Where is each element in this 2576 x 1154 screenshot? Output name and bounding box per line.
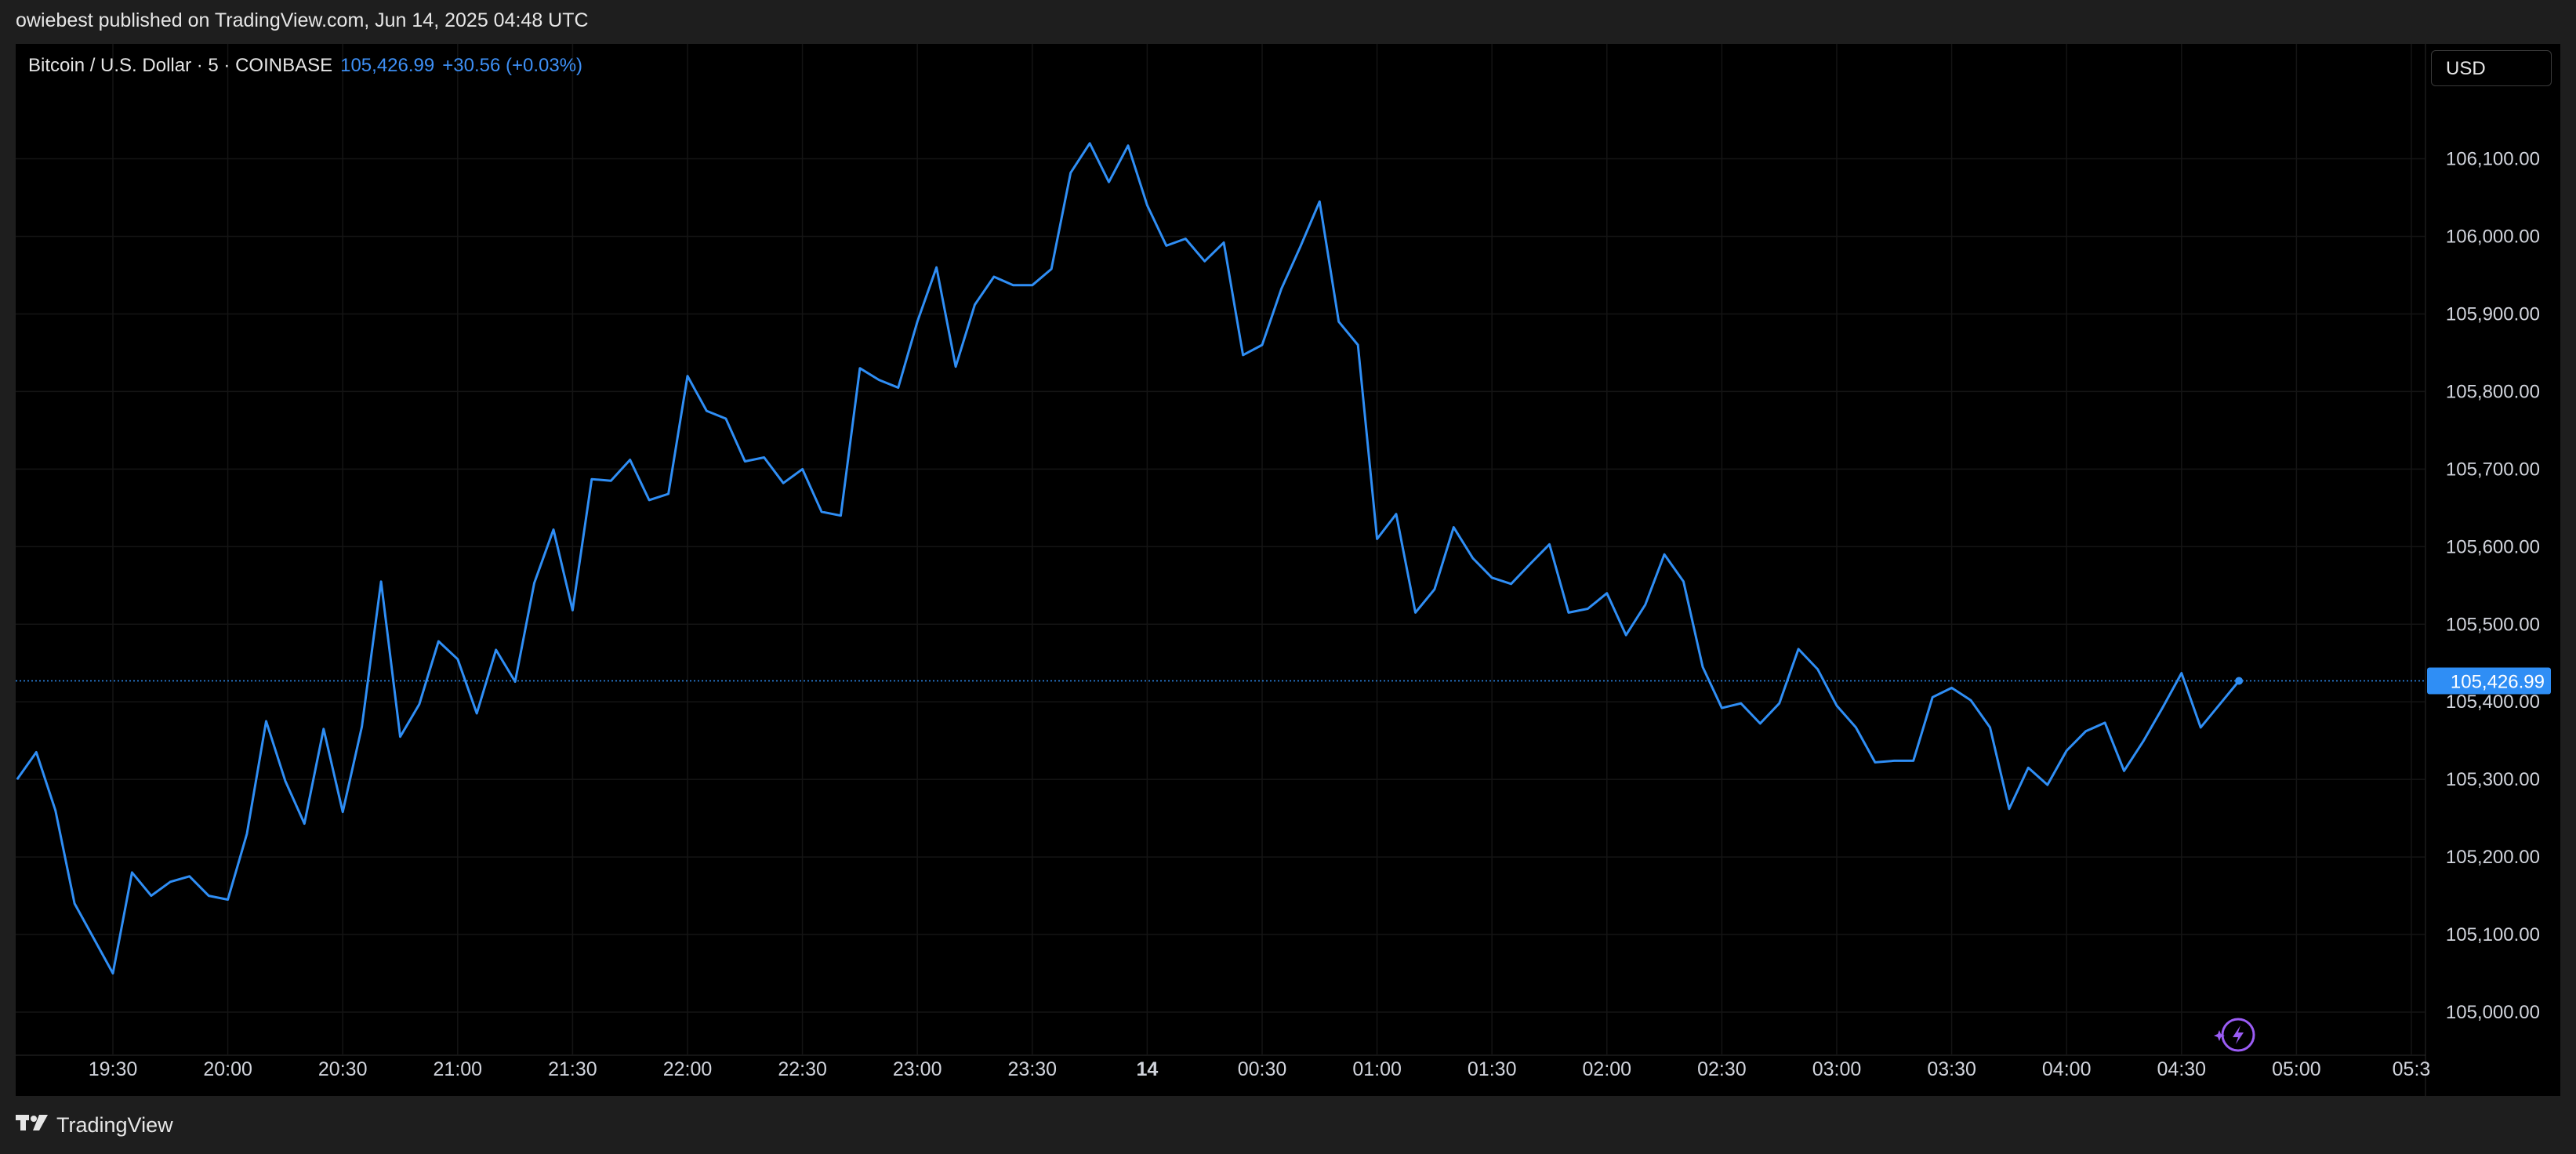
last-price-value: 105,426.99 xyxy=(340,55,435,76)
tradingview-logo-icon xyxy=(16,1113,49,1138)
time-tick-label: 21:30 xyxy=(548,1058,597,1080)
time-tick-label: 05:00 xyxy=(2272,1058,2321,1080)
time-tick-label: 01:00 xyxy=(1352,1058,1402,1080)
price-tick-label: 106,000.00 xyxy=(2446,227,2540,248)
last-price-dot xyxy=(2235,677,2244,685)
price-tick-label: 105,800.00 xyxy=(2446,381,2540,402)
time-tick-label: 19:30 xyxy=(89,1058,138,1080)
price-axis[interactable]: 106,100.00 106,000.00 105,900.00 105,800.00… xyxy=(2427,149,2551,1023)
time-tick-label: 01:30 xyxy=(1468,1058,1517,1080)
price-line xyxy=(16,142,2240,974)
time-tick-label: 04:00 xyxy=(2042,1058,2092,1080)
time-tick-label: 20:00 xyxy=(203,1058,252,1080)
price-tick-label: 105,500.00 xyxy=(2446,614,2540,635)
time-tick-label: 23:30 xyxy=(1008,1058,1058,1080)
time-tick-label: 05:3 xyxy=(2393,1058,2431,1080)
grid-lines xyxy=(16,44,2426,1096)
price-series xyxy=(16,142,2425,974)
lightning-icon[interactable] xyxy=(2214,1018,2255,1052)
time-tick-label: 21:00 xyxy=(434,1058,483,1080)
price-tick-label: 105,300.00 xyxy=(2446,769,2540,790)
last-price-label: 105,426.99 xyxy=(2451,671,2545,692)
time-tick-label: 03:30 xyxy=(1927,1058,1976,1080)
time-tick-label: 14 xyxy=(1136,1058,1158,1080)
price-tick-label: 105,100.00 xyxy=(2446,924,2540,945)
symbol-legend[interactable]: Bitcoin / U.S. Dollar · 5 · COINBASE 105,… xyxy=(28,55,582,77)
price-tick-label: 105,000.00 xyxy=(2446,1002,2540,1023)
time-tick-label: 20:30 xyxy=(318,1058,368,1080)
footer-brand-label: TradingView xyxy=(56,1113,173,1137)
price-tick-label: 105,600.00 xyxy=(2446,536,2540,557)
time-tick-label: 22:00 xyxy=(663,1058,713,1080)
symbol-name: Bitcoin / U.S. Dollar · 5 · COINBASE xyxy=(28,55,333,76)
time-tick-label: 03:00 xyxy=(1812,1058,1862,1080)
price-tick-label: 106,100.00 xyxy=(2446,149,2540,170)
footer-brand[interactable]: TradingView xyxy=(16,1113,173,1138)
price-tick-label: 105,400.00 xyxy=(2446,691,2540,713)
currency-button[interactable]: USD xyxy=(2431,50,2552,86)
time-tick-label: 02:30 xyxy=(1697,1058,1747,1080)
time-tick-label: 00:30 xyxy=(1238,1058,1287,1080)
time-tick-label: 04:30 xyxy=(2157,1058,2207,1080)
time-tick-label: 22:30 xyxy=(778,1058,827,1080)
price-tick-label: 105,700.00 xyxy=(2446,459,2540,480)
time-tick-label: 23:00 xyxy=(893,1058,942,1080)
price-tick-label: 105,200.00 xyxy=(2446,847,2540,868)
price-tick-label: 105,900.00 xyxy=(2446,303,2540,325)
time-tick-label: 02:00 xyxy=(1583,1058,1632,1080)
price-chart[interactable]: 19:30 20:00 20:30 21:00 21:30 22:00 22:30 23:00… xyxy=(0,0,2576,1096)
price-change-value: +30.56 (+0.03%) xyxy=(442,55,583,76)
time-axis[interactable]: 19:30 20:00 20:30 21:00 21:30 22:00 22:30 23:00… xyxy=(89,1058,2431,1080)
